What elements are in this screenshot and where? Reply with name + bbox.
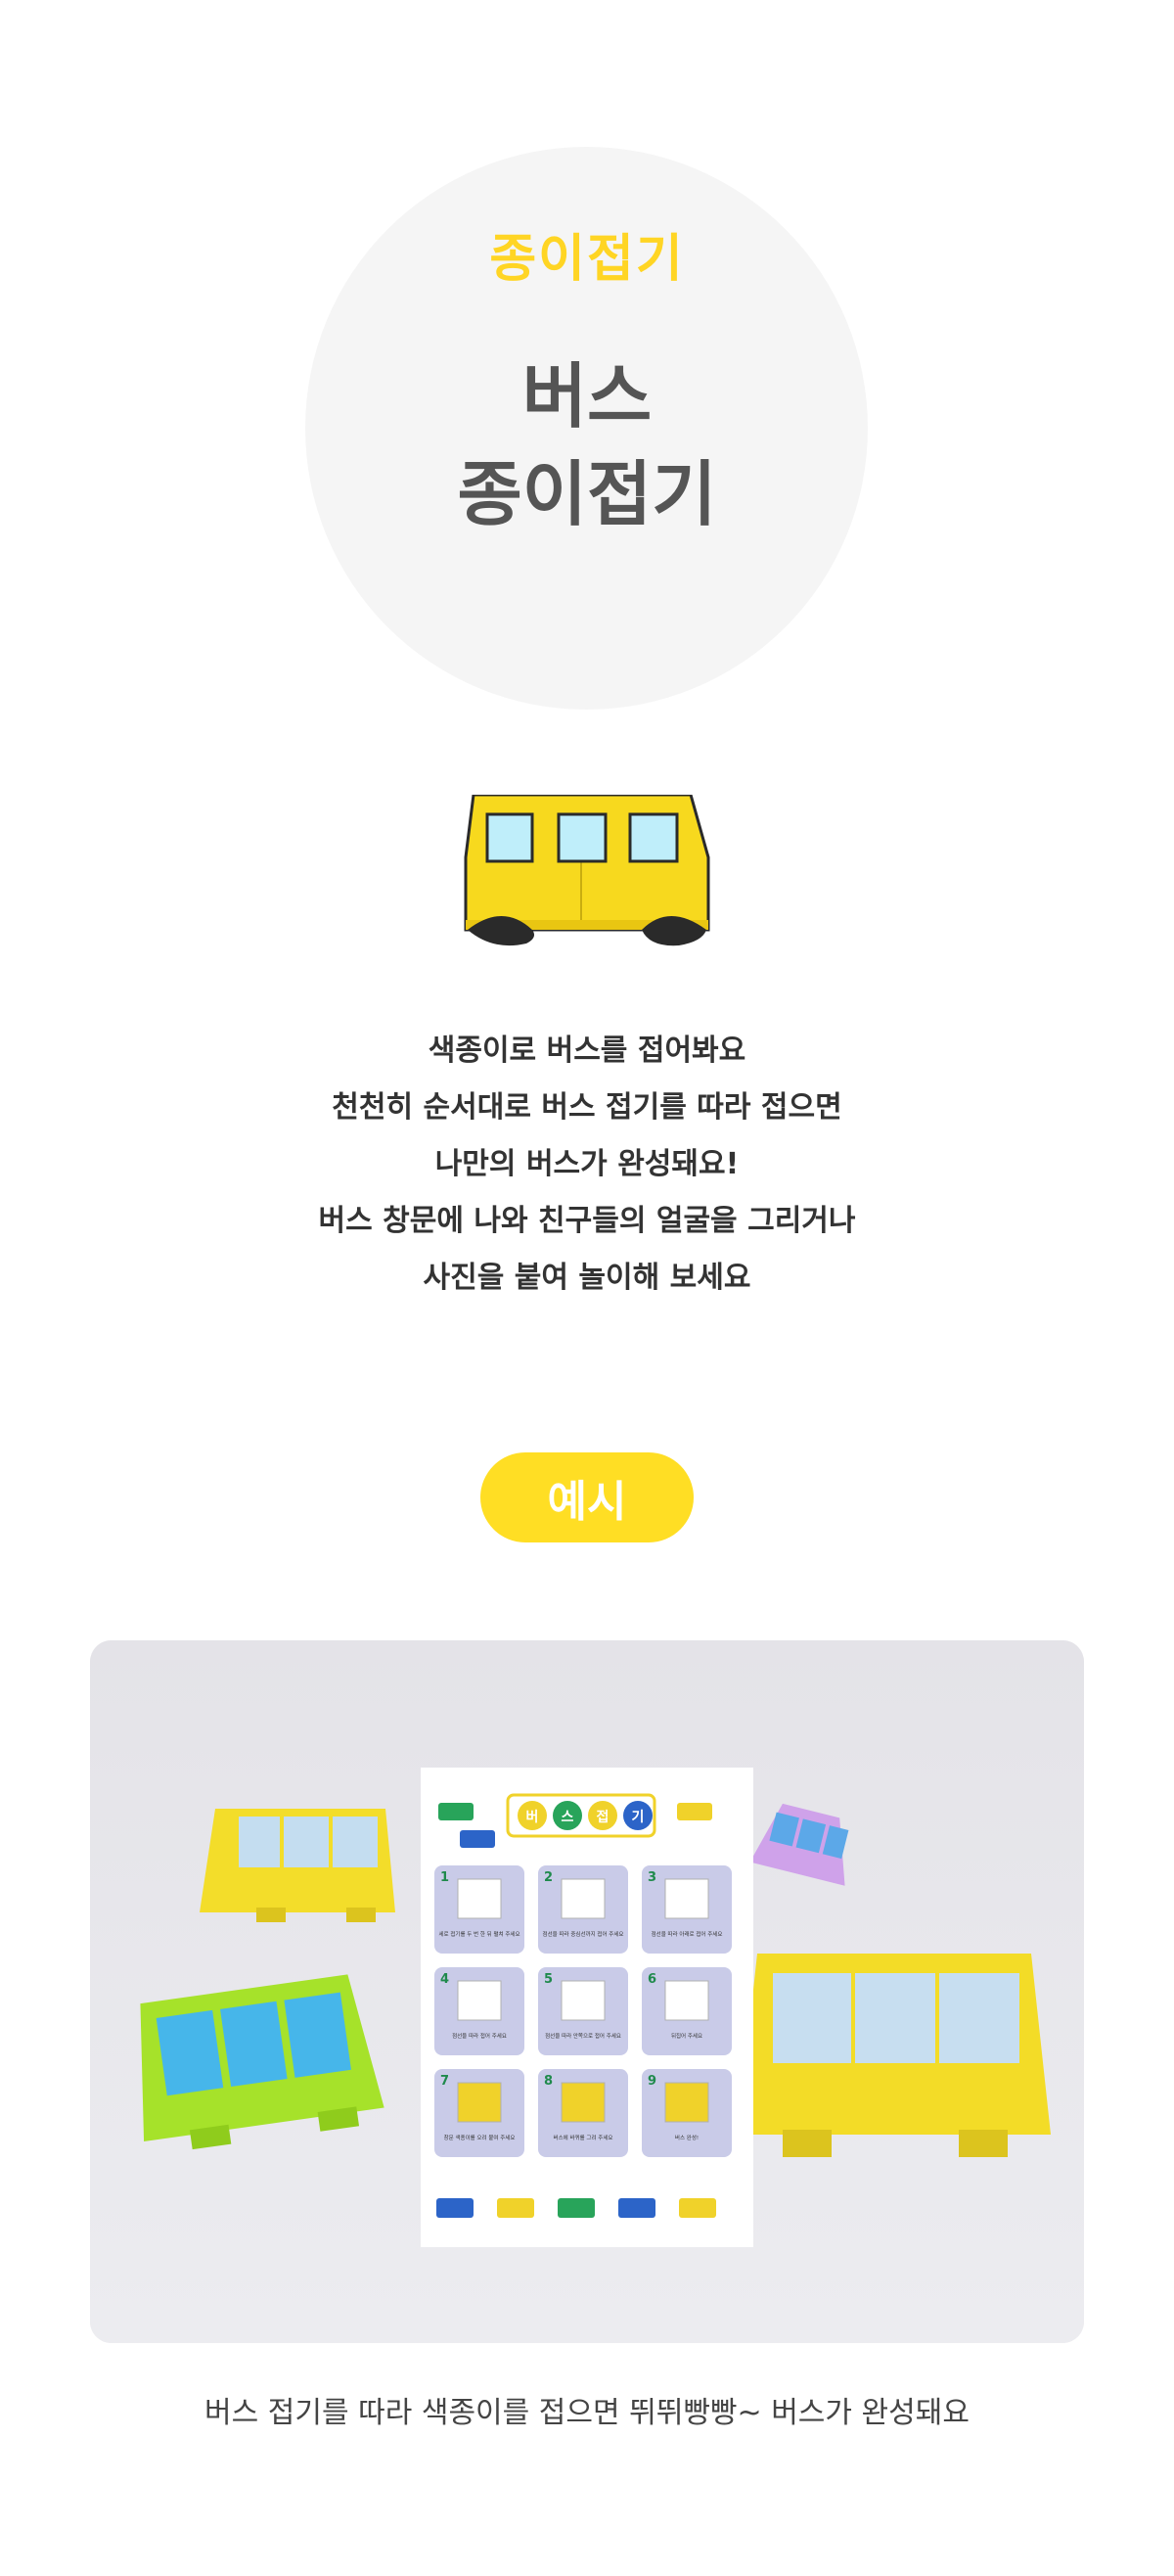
- step-number: 4: [440, 1972, 449, 1987]
- step-text: 점선을 따라 아래로 접어 주세요: [652, 1930, 723, 1938]
- step-card: 9 버스 완성!: [642, 2069, 732, 2157]
- step-text: 세로 접기를 두 번 한 뒤 펼쳐 주세요: [438, 1930, 519, 1938]
- caption: 버스 접기를 따라 색종이를 접으면 뛰뛰빵빵~ 버스가 완성돼요: [204, 2396, 970, 2430]
- step-number: 1: [440, 1870, 449, 1885]
- step-grid: 1 세로 접기를 두 번 한 뒤 펼쳐 주세요 2 점선을 따라 중심선까지 접어 주…: [434, 1865, 732, 2157]
- step-text: 점선을 따라 안쪽으로 접어 주세요: [545, 2032, 621, 2040]
- step-number: 7: [440, 2074, 449, 2089]
- step-text: 버스 완성!: [675, 2134, 699, 2141]
- instruction-sheet: 버 스 접 기 1 세로 접기를 두 번 한 뒤 펼쳐 주세요 2 점선을 따라 중심…: [421, 1768, 753, 2247]
- step-card: 1 세로 접기를 두 번 한 뒤 펼쳐 주세요: [434, 1865, 524, 1954]
- step-card: 7 창문 색종이를 오려 붙여 주세요: [434, 2069, 524, 2157]
- step-text: 창문 색종이를 오려 붙여 주세요: [444, 2134, 516, 2141]
- step-card: 8 버스에 바퀴를 그려 주세요: [538, 2069, 628, 2157]
- step-card: 6 뒤집어 주세요: [642, 1967, 732, 2055]
- example-photo-illustration: 버 스 접 기 1 세로 접기를 두 번 한 뒤 펼쳐 주세요 2 점선을 따라 중심…: [90, 1640, 1084, 2343]
- hero-title-line-2: 종이접기: [457, 453, 717, 535]
- sheet-title-char: 기: [632, 1810, 645, 1825]
- example-badge: 예시: [480, 1452, 694, 1542]
- description-line: 색종이로 버스를 접어봐요: [428, 1034, 746, 1068]
- step-text: 점선을 따라 접어 주세요: [452, 2032, 507, 2040]
- description-line: 나만의 버스가 완성돼요!: [434, 1147, 740, 1181]
- step-card: 3 점선을 따라 아래로 접어 주세요: [642, 1865, 732, 1954]
- step-text: 뒤집어 주세요: [671, 2032, 702, 2040]
- step-card: 4 점선을 따라 접어 주세요: [434, 1967, 524, 2055]
- step-number: 3: [648, 1870, 656, 1885]
- step-text: 버스에 바퀴를 그려 주세요: [554, 2134, 613, 2141]
- step-card: 5 점선을 따라 안쪽으로 접어 주세요: [538, 1967, 628, 2055]
- step-number: 6: [648, 1972, 656, 1987]
- step-number: 9: [648, 2074, 656, 2089]
- step-number: 8: [544, 2074, 553, 2089]
- hero-subtitle: 종이접기: [489, 230, 685, 289]
- hero-title: 버스 종이접기: [0, 347, 1174, 543]
- origami-bus-yellow-small: [200, 1809, 395, 1922]
- example-photo: 버 스 접 기 1 세로 접기를 두 번 한 뒤 펼쳐 주세요 2 점선을 따라 중심…: [90, 1640, 1084, 2343]
- origami-bus-yellow-large: [738, 1954, 1051, 2157]
- sheet-title-char: 접: [597, 1810, 610, 1825]
- description: 색종이로 버스를 접어봐요 천천히 순서대로 버스 접기를 따라 접으면 나만의…: [0, 1023, 1174, 1307]
- step-text: 점선을 따라 중심선까지 접어 주세요: [543, 1930, 624, 1938]
- bus-icon: [464, 795, 710, 946]
- sheet-title-char: 스: [562, 1810, 574, 1825]
- hero-title-line-1: 버스: [521, 355, 653, 437]
- description-line: 사진을 붙여 놀이해 보세요: [423, 1261, 751, 1295]
- sheet-title-char: 버: [526, 1809, 539, 1825]
- step-card: 2 점선을 따라 중심선까지 접어 주세요: [538, 1865, 628, 1954]
- step-number: 2: [544, 1870, 553, 1885]
- description-line: 버스 창문에 나와 친구들의 얼굴을 그리거나: [318, 1204, 856, 1238]
- description-line: 천천히 순서대로 버스 접기를 따라 접으면: [332, 1090, 842, 1125]
- step-number: 5: [544, 1972, 553, 1987]
